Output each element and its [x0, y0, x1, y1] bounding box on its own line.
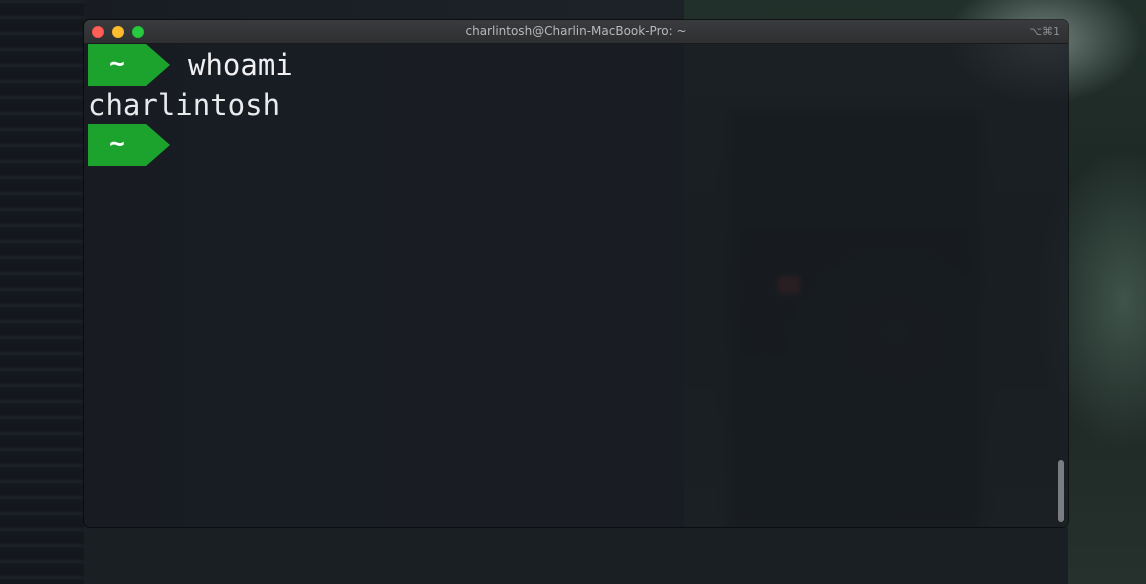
title-bar[interactable]: charlintosh@Charlin-MacBook-Pro: ~ ⌥⌘1 [84, 20, 1068, 44]
prompt-segment-current: ~ [88, 124, 174, 166]
vertical-scrollbar[interactable] [1054, 44, 1068, 527]
window-title: charlintosh@Charlin-MacBook-Pro: ~ [465, 24, 687, 38]
powerline-arrow-icon [146, 44, 170, 86]
background-code-texture [0, 0, 84, 584]
prompt-segment: ~ [88, 44, 174, 86]
scroll-thumb[interactable] [1058, 460, 1064, 522]
terminal-window[interactable]: charlintosh@Charlin-MacBook-Pro: ~ ⌥⌘1 ~… [84, 20, 1068, 527]
window-shortcut: ⌥⌘1 [1029, 25, 1060, 38]
prompt-directory: ~ [109, 129, 125, 159]
command-output: charlintosh [88, 88, 281, 122]
command-text: whoami [188, 48, 293, 82]
background-editor-bottom [84, 527, 1068, 584]
powerline-arrow-icon [146, 124, 170, 166]
terminal-content[interactable]: ~ whoami charlintosh ~ [84, 44, 1054, 527]
prompt-directory: ~ [109, 49, 125, 79]
